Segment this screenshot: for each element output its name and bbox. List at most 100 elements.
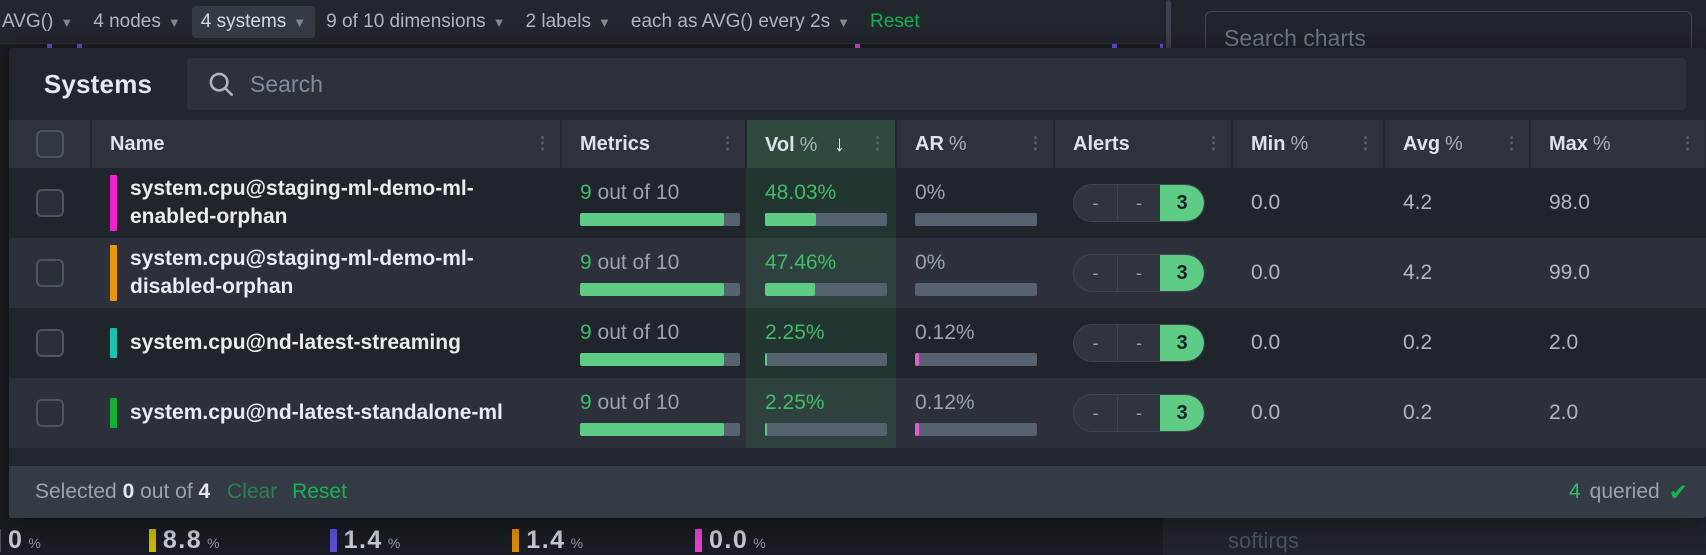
ar-bar-fill <box>915 422 919 436</box>
search-box[interactable] <box>187 58 1686 110</box>
table-row[interactable]: system.cpu@staging-ml-demo-ml-disabled-o… <box>9 238 1706 308</box>
column-menu-icon[interactable]: ⋮ <box>1027 135 1044 152</box>
vol-bar <box>765 422 887 436</box>
legend-unit: % <box>207 535 220 551</box>
column-menu-icon[interactable]: ⋮ <box>1503 135 1520 152</box>
column-header-metrics[interactable]: Metrics ⋮ <box>561 120 747 168</box>
table-header: Name ⋮ Metrics ⋮ Vol% ↓ ⋮ AR% ⋮ Alerts ⋮… <box>9 120 1706 168</box>
systems-table: Name ⋮ Metrics ⋮ Vol% ↓ ⋮ AR% ⋮ Alerts ⋮… <box>9 120 1706 448</box>
metrics-text: 9 out of 10 <box>580 250 680 274</box>
column-header-vol[interactable]: Vol% ↓ ⋮ <box>746 120 897 168</box>
alerts-critical-count: - <box>1117 255 1160 291</box>
series-color-swatch <box>110 245 117 301</box>
toolbar-item-label: each as AVG() every 2s <box>630 10 831 32</box>
alerts-warning-count: - <box>1092 262 1099 283</box>
column-menu-icon[interactable]: ⋮ <box>719 135 736 152</box>
column-menu-icon[interactable]: ⋮ <box>534 135 551 152</box>
alerts-badge[interactable]: - - 3 <box>1073 324 1205 362</box>
toolbar-item-aggregation[interactable]: AVG() ▼ <box>0 6 82 38</box>
legend-color-swatch <box>329 529 337 552</box>
alerts-warning-count: - <box>1092 402 1099 423</box>
table-row[interactable]: system.cpu@staging-ml-demo-ml-enabled-or… <box>9 168 1706 238</box>
column-unit: % <box>1290 132 1309 155</box>
column-menu-icon[interactable]: ⋮ <box>1679 135 1696 152</box>
scrollbar-thumb[interactable] <box>1166 0 1171 50</box>
legend-item[interactable]: 1.4 % <box>512 526 583 555</box>
column-menu-icon[interactable]: ⋮ <box>1205 135 1222 152</box>
column-header-alerts[interactable]: Alerts ⋮ <box>1054 120 1233 168</box>
cell-avg: 4.2 <box>1403 191 1433 214</box>
cell-min: 0.0 <box>1251 261 1281 284</box>
system-name: system.cpu@nd-latest-standalone-ml <box>130 401 503 425</box>
chevron-down-icon: ▼ <box>60 15 74 30</box>
column-header-avg[interactable]: Avg% ⋮ <box>1384 120 1531 168</box>
cell-name: system.cpu@staging-ml-demo-ml-enabled-or… <box>91 168 561 238</box>
alerts-badge[interactable]: - - 3 <box>1073 394 1205 432</box>
column-label: Max <box>1549 132 1588 155</box>
column-menu-icon[interactable]: ⋮ <box>1357 135 1374 152</box>
cell-ar: 0% <box>896 168 1054 238</box>
cell-name: system.cpu@nd-latest-standalone-ml <box>91 378 561 448</box>
toolbar-item-grouping[interactable]: each as AVG() every 2s ▼ <box>622 6 859 38</box>
alerts-critical-count: - <box>1117 325 1160 361</box>
legend-item[interactable]: 0.0 % <box>695 526 766 555</box>
row-checkbox[interactable] <box>35 189 64 217</box>
alerts-ok-count: 3 <box>1160 395 1204 431</box>
legend-item[interactable]: 0 % <box>0 526 41 555</box>
alerts-critical-count: - <box>1117 185 1160 221</box>
column-header-max[interactable]: Max% ⋮ <box>1530 120 1706 168</box>
toolbar-item-label: 4 systems <box>200 10 287 32</box>
column-label: Name <box>110 132 165 155</box>
system-name: system.cpu@staging-ml-demo-ml-enabled-or… <box>130 177 474 228</box>
chart-legend: 0 % 8.8 % 1.4 % 1.4 % 0.0 % <box>0 526 1163 555</box>
column-menu-icon[interactable]: ⋮ <box>869 135 886 152</box>
ar-bar <box>915 422 1037 436</box>
vol-bar <box>765 282 887 296</box>
reset-button[interactable]: Reset <box>292 480 347 503</box>
column-label: Metrics <box>580 132 651 155</box>
alerts-badge[interactable]: - - 3 <box>1073 184 1205 222</box>
select-all-checkbox[interactable] <box>35 130 64 158</box>
legend-color-swatch <box>695 529 703 552</box>
legend-item[interactable]: 1.4 % <box>329 526 400 555</box>
vol-value: 47.46% <box>765 250 837 274</box>
chevron-down-icon: ▼ <box>293 15 307 30</box>
toolbar-item-labels[interactable]: 2 labels ▼ <box>517 6 620 38</box>
alerts-ok-count: 3 <box>1160 185 1204 221</box>
column-header-name[interactable]: Name ⋮ <box>91 120 562 168</box>
legend-color-swatch <box>512 529 520 552</box>
sort-arrow-icon: ↓ <box>834 131 845 156</box>
alerts-badge[interactable]: - - 3 <box>1073 254 1205 292</box>
column-header-ar[interactable]: AR% ⋮ <box>896 120 1055 168</box>
toolbar-item-dimensions[interactable]: 9 of 10 dimensions ▼ <box>317 6 514 38</box>
table-row[interactable]: system.cpu@nd-latest-streaming 9 out of … <box>9 308 1706 378</box>
cell-metrics: 9 out of 10 <box>561 168 746 238</box>
toolbar-item-systems[interactable]: 4 systems ▼ <box>191 5 316 38</box>
toolbar-item-nodes[interactable]: 4 nodes ▼ <box>84 6 190 38</box>
search-input[interactable] <box>250 70 1667 98</box>
ar-bar <box>915 352 1037 366</box>
vol-bar-fill <box>765 282 816 296</box>
selected-total: 4 <box>198 480 211 503</box>
vol-bar-fill <box>765 422 768 436</box>
vol-bar <box>765 212 887 226</box>
alerts-warning-count: - <box>1092 192 1099 213</box>
clear-button[interactable]: Clear <box>227 480 277 503</box>
cell-ar: 0% <box>896 238 1054 308</box>
series-color-swatch <box>110 398 117 428</box>
chevron-down-icon: ▼ <box>167 15 181 30</box>
row-checkbox[interactable] <box>35 329 64 357</box>
legend-item[interactable]: 8.8 % <box>148 526 220 555</box>
row-checkbox[interactable] <box>35 399 64 427</box>
ar-bar-fill <box>915 352 919 366</box>
column-header-min[interactable]: Min% ⋮ <box>1232 120 1385 168</box>
cell-avg: 4.2 <box>1403 261 1433 284</box>
system-name: system.cpu@staging-ml-demo-ml-disabled-o… <box>130 247 474 298</box>
cell-metrics: 9 out of 10 <box>561 308 746 378</box>
table-row[interactable]: system.cpu@nd-latest-standalone-ml 9 out… <box>9 378 1706 448</box>
system-name: system.cpu@nd-latest-streaming <box>130 331 461 355</box>
cell-vol: 48.03% <box>746 168 896 238</box>
row-checkbox[interactable] <box>35 259 64 287</box>
row-select-cell <box>9 308 91 378</box>
toolbar-reset-button[interactable]: Reset <box>861 6 929 38</box>
